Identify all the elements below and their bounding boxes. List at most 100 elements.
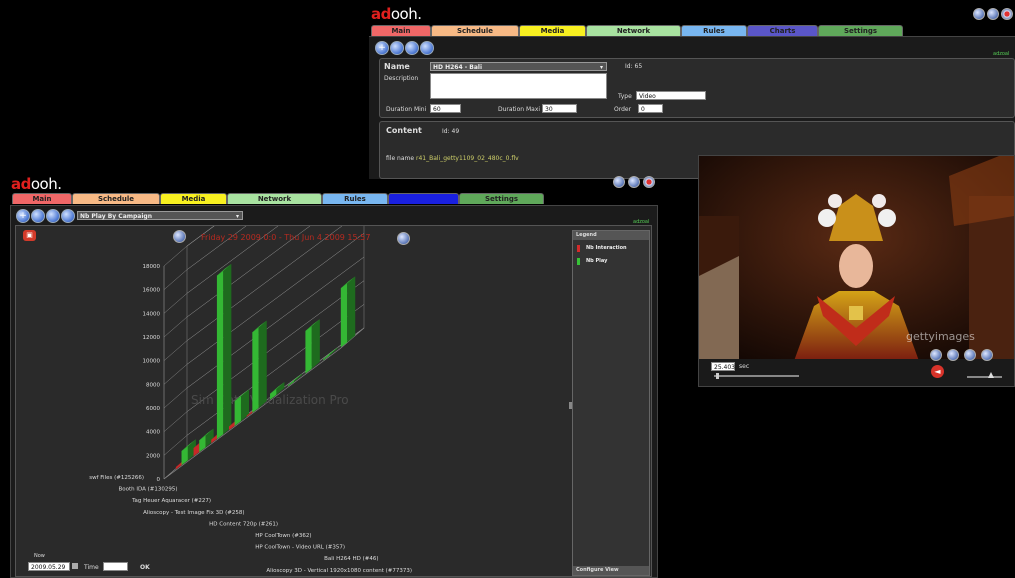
charts-window: adooh. Main Schedule Media Network Rules Sett… (0, 168, 658, 578)
gridline-side (163, 293, 188, 314)
duplicate-icon[interactable] (31, 209, 45, 223)
type-field[interactable]: Video (636, 91, 706, 100)
tab-charts[interactable]: Charts (747, 25, 818, 36)
time-unit-label: sec (739, 363, 750, 370)
ok-button[interactable]: OK (140, 564, 150, 571)
description-textarea[interactable] (430, 73, 607, 99)
delete-icon[interactable] (61, 209, 75, 223)
next-period-button[interactable] (397, 232, 410, 245)
add-icon[interactable]: + (16, 209, 30, 223)
chart-back-wall (186, 226, 365, 460)
chart-panel: ▣ 0 2000 4000 6000 8000 10000 12000 14000 16000 1… (15, 225, 652, 577)
y-tick-label: 6000 (146, 406, 160, 412)
chart-type-select[interactable]: Nb Play By Campaign ▾ (77, 211, 243, 220)
video-player: gettyimages 25.403 sec ◄ (698, 155, 1015, 387)
content-label: Content (386, 126, 422, 135)
zoom-video-button[interactable] (981, 349, 993, 361)
legend-title: Legend (573, 231, 649, 240)
calendar-icon[interactable] (72, 563, 78, 569)
x-category-label: Bali H264 HD (#46) (324, 556, 378, 562)
media-window: adooh. Main Schedule Media Network Rules Char… (369, 0, 1015, 179)
tab-charts[interactable] (388, 193, 459, 204)
tab-media[interactable]: Media (160, 193, 227, 204)
zoom-button[interactable] (973, 8, 985, 20)
y-tick-label: 14000 (143, 311, 161, 317)
duplicate-icon[interactable] (390, 41, 404, 55)
legend-item: Nb Play (573, 256, 649, 269)
y-tick-label: 10000 (143, 359, 161, 365)
tab-network[interactable]: Network (227, 193, 322, 204)
y-tick-label: 18000 (143, 264, 161, 270)
x-category-label: swf Files (#125266) (89, 475, 144, 481)
mute-button[interactable]: ◄ (931, 365, 944, 378)
duration-min-label: Duration Mini (386, 106, 427, 113)
edit-icon[interactable] (405, 41, 419, 55)
media-properties-panel: Name HD H264 - Bali ▾ Id: 65 Description… (379, 58, 1015, 118)
gridline (186, 233, 365, 365)
tab-schedule[interactable]: Schedule (72, 193, 160, 204)
date-field[interactable]: 2009.05.29 (28, 562, 70, 571)
legend-label: Nb Play (586, 258, 608, 264)
configure-view-button[interactable]: Configure View (573, 566, 649, 575)
tab-schedule[interactable]: Schedule (431, 25, 519, 36)
chevron-down-icon: ▾ (599, 64, 603, 71)
type-label: Type (618, 93, 632, 100)
refresh-button[interactable] (628, 176, 640, 188)
refresh-button[interactable] (987, 8, 999, 20)
volume-handle[interactable] (988, 372, 994, 378)
brand-small-label: adzoal (993, 51, 1010, 57)
file-name-value: r41_Bali_getty1109_02_480c_0.flv (416, 155, 519, 162)
seek-bar[interactable] (714, 375, 799, 377)
record-button[interactable] (1001, 8, 1013, 20)
tab-settings[interactable]: Settings (459, 193, 544, 204)
bar-side (258, 320, 267, 409)
add-icon[interactable]: + (375, 41, 389, 55)
volume-slider[interactable] (967, 376, 1002, 378)
y-tick-label: 12000 (143, 335, 161, 341)
tab-media[interactable]: Media (519, 25, 586, 36)
legend-swatch (577, 245, 580, 252)
zoom-button[interactable] (613, 176, 625, 188)
play-button[interactable] (947, 349, 959, 361)
order-field[interactable]: 0 (638, 104, 663, 113)
legend-items: Nb Interaction Nb Play (573, 243, 649, 269)
x-category-label: HD Content 720p (#261) (209, 521, 278, 527)
tab-rules[interactable]: Rules (681, 25, 747, 36)
bar-top (323, 347, 338, 360)
tab-network[interactable]: Network (586, 25, 681, 36)
delete-icon[interactable] (420, 41, 434, 55)
adooh-logo: adooh. (11, 175, 62, 193)
record-button[interactable] (643, 176, 655, 188)
x-category-label: Alioscopy 3D - Vertical 1920x1080 conten… (266, 568, 412, 574)
tab-main[interactable]: Main (12, 193, 72, 204)
gridline-side (163, 269, 188, 290)
time-field[interactable] (103, 562, 128, 571)
name-select[interactable]: HD H264 - Bali ▾ (430, 62, 607, 71)
seek-handle[interactable] (716, 373, 719, 379)
tab-settings[interactable]: Settings (818, 25, 903, 36)
content-id-text: Id: 49 (442, 128, 460, 135)
bar-front (234, 396, 241, 426)
bar-front (199, 435, 206, 453)
previous-period-button[interactable] (173, 230, 186, 243)
gridline (186, 304, 365, 436)
duration-max-label: Duration Maxi (498, 106, 541, 113)
tab-main[interactable]: Main (371, 25, 431, 36)
y-tick-label: 4000 (146, 430, 160, 436)
y-tick-label: 0 (157, 477, 161, 483)
charts-content-area: + Nb Play By Campaign ▾ adzoal ▣ 0 2000 40… (10, 205, 658, 578)
video-watermark: gettyimages (906, 330, 975, 343)
gridline-side (163, 316, 188, 338)
main-nav-tabs: Main Schedule Media Network Rules Charts Setti… (371, 25, 903, 36)
edit-icon[interactable] (46, 209, 60, 223)
tab-rules[interactable]: Rules (322, 193, 388, 204)
time-field[interactable]: 25.403 (711, 362, 735, 371)
gridline-side (163, 340, 188, 361)
y-tick-label: 8000 (146, 382, 160, 388)
duration-min-field[interactable]: 60 (430, 104, 461, 113)
file-name-label: file name (386, 155, 415, 162)
duration-max-field[interactable]: 30 (542, 104, 577, 113)
stop-button[interactable] (964, 349, 976, 361)
gridline (186, 226, 343, 341)
pause-button[interactable] (930, 349, 942, 361)
